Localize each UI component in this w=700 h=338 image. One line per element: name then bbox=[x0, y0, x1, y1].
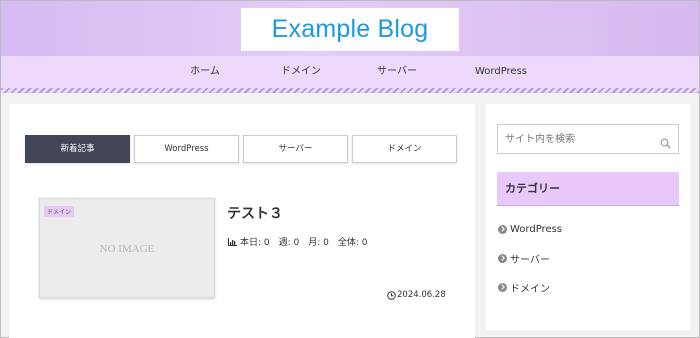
post-title[interactable]: テスト３ bbox=[227, 203, 283, 223]
nav-item-wordpress[interactable]: WordPress bbox=[461, 56, 541, 88]
category-item-server[interactable]: サーバー bbox=[498, 251, 550, 266]
category-heading: カテゴリー bbox=[497, 172, 679, 206]
tab-server[interactable]: サーバー bbox=[243, 135, 348, 163]
post-date: 2024.06.28 bbox=[387, 290, 446, 300]
bar-chart-icon bbox=[228, 237, 237, 246]
category-label: ドメイン bbox=[510, 283, 550, 295]
search-input[interactable] bbox=[498, 125, 653, 153]
post-stats-text: 本日: 0 週: 0 月: 0 全体: 0 bbox=[240, 238, 368, 248]
sidebar: カテゴリー WordPress サーバー ドメイン bbox=[486, 104, 690, 330]
category-item-domain[interactable]: ドメイン bbox=[498, 280, 550, 295]
global-nav: ホーム ドメイン サーバー WordPress bbox=[1, 56, 699, 88]
post-date-text: 2024.06.28 bbox=[397, 290, 446, 300]
site-title-link[interactable]: Example Blog bbox=[241, 8, 459, 51]
post-thumbnail[interactable]: ドメイン NO IMAGE bbox=[39, 198, 215, 298]
nav-divider bbox=[1, 88, 699, 93]
chevron-right-icon bbox=[498, 282, 507, 292]
tab-wordpress[interactable]: WordPress bbox=[134, 135, 239, 163]
nav-item-domain[interactable]: ドメイン bbox=[271, 56, 331, 88]
category-badge: ドメイン bbox=[44, 206, 75, 217]
tab-domain[interactable]: ドメイン bbox=[352, 135, 457, 163]
site-title: Example Blog bbox=[271, 15, 429, 43]
tab-latest[interactable]: 新着記事 bbox=[25, 135, 130, 163]
site-header: Example Blog bbox=[1, 1, 699, 56]
clock-icon bbox=[387, 290, 396, 300]
nav-item-home[interactable]: ホーム bbox=[175, 56, 235, 88]
chevron-right-icon bbox=[498, 253, 507, 263]
chevron-right-icon bbox=[498, 224, 507, 234]
main-content: 新着記事 WordPress サーバー ドメイン ドメイン NO IMAGE テ… bbox=[9, 104, 475, 338]
no-image-placeholder: NO IMAGE bbox=[99, 243, 155, 255]
search-icon[interactable] bbox=[660, 134, 671, 149]
nav-item-server[interactable]: サーバー bbox=[367, 56, 427, 88]
category-label: WordPress bbox=[510, 223, 563, 235]
search-form bbox=[497, 124, 679, 154]
category-item-wordpress[interactable]: WordPress bbox=[498, 222, 562, 236]
category-label: サーバー bbox=[510, 254, 550, 266]
post-tabs: 新着記事 WordPress サーバー ドメイン bbox=[25, 135, 459, 163]
post-stats: 本日: 0 週: 0 月: 0 全体: 0 bbox=[228, 235, 367, 248]
